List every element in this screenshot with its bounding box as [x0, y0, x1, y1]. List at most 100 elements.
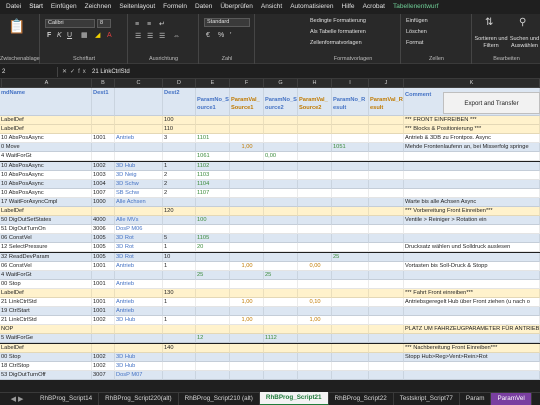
- cell-h[interactable]: [298, 334, 332, 344]
- cell-c[interactable]: 3D Rot: [115, 243, 163, 253]
- cell-g[interactable]: [264, 225, 298, 235]
- thousands-icon[interactable]: ′: [230, 31, 231, 40]
- cell-b[interactable]: [92, 343, 115, 353]
- cell-g[interactable]: [264, 234, 298, 244]
- cell-g[interactable]: [264, 243, 298, 253]
- cell-c[interactable]: 3D Hub: [115, 352, 163, 362]
- cell-f[interactable]: [230, 352, 264, 362]
- cell-b[interactable]: 1001: [92, 134, 115, 144]
- cell-c[interactable]: [115, 207, 163, 217]
- cell-k[interactable]: [404, 170, 540, 180]
- cell-f[interactable]: 1,00: [230, 261, 264, 271]
- cell-k[interactable]: [404, 334, 540, 344]
- bold-icon[interactable]: F: [47, 31, 51, 40]
- cell-c[interactable]: [115, 116, 163, 126]
- cell-j[interactable]: [369, 143, 404, 153]
- cell-a[interactable]: 4 WaitForGt: [0, 270, 92, 280]
- cell-d[interactable]: [163, 361, 196, 371]
- menu-hilfe[interactable]: Hilfe: [338, 0, 359, 14]
- cell-d[interactable]: [163, 225, 196, 235]
- cell-j[interactable]: [369, 116, 404, 126]
- cell-k[interactable]: [404, 234, 540, 244]
- cell-h[interactable]: [298, 252, 332, 262]
- column-header-h[interactable]: H: [298, 79, 332, 88]
- cell-i[interactable]: [332, 334, 369, 344]
- cell-i[interactable]: [332, 234, 369, 244]
- cell-h[interactable]: [298, 152, 332, 162]
- cell-f[interactable]: 1,00: [230, 143, 264, 153]
- export-and-transfer-button[interactable]: Export and Transfer: [443, 92, 540, 114]
- menu-zeichnen[interactable]: Zeichnen: [81, 0, 116, 14]
- cell-i[interactable]: [332, 170, 369, 180]
- cell-c[interactable]: 3D Hub: [115, 361, 163, 371]
- cell-i[interactable]: [332, 298, 369, 308]
- cell-a[interactable]: 10 AbsPosAsync: [0, 188, 92, 198]
- cell-h[interactable]: [298, 134, 332, 144]
- cell-f[interactable]: [230, 134, 264, 144]
- cell-j[interactable]: [369, 161, 404, 171]
- conditional-formatting-button[interactable]: Bedingte Formatierung: [310, 17, 366, 25]
- cell-d[interactable]: 2: [163, 170, 196, 180]
- column-header-e[interactable]: E: [196, 79, 230, 88]
- cell-f[interactable]: [230, 234, 264, 244]
- cell-f[interactable]: [230, 252, 264, 262]
- cell-h[interactable]: [298, 307, 332, 317]
- header-paramval-source1[interactable]: ParamVal_Source1: [230, 88, 264, 116]
- cell-b[interactable]: 1001: [92, 298, 115, 308]
- cell-h[interactable]: [298, 161, 332, 171]
- header-paramval-source2[interactable]: ParamVal_Source2: [298, 88, 332, 116]
- font-color-icon[interactable]: A: [107, 31, 112, 40]
- cell-b[interactable]: 1003: [92, 170, 115, 180]
- cell-e[interactable]: 20: [196, 243, 230, 253]
- cell-e[interactable]: [196, 207, 230, 217]
- cell-i[interactable]: [332, 125, 369, 135]
- cell-h[interactable]: [298, 361, 332, 371]
- cell-e[interactable]: 12: [196, 334, 230, 344]
- cell-j[interactable]: [369, 261, 404, 271]
- cell-k[interactable]: [404, 361, 540, 371]
- cell-k[interactable]: [404, 270, 540, 280]
- cell-g[interactable]: [264, 170, 298, 180]
- cell-b[interactable]: 1001: [92, 307, 115, 317]
- insert-cells-button[interactable]: Einfügen: [406, 17, 428, 25]
- cell-g[interactable]: 1112: [264, 334, 298, 344]
- cell-f[interactable]: [230, 307, 264, 317]
- cell-c[interactable]: [115, 125, 163, 135]
- cell-j[interactable]: [369, 270, 404, 280]
- column-header-i[interactable]: I: [332, 79, 369, 88]
- cell-g[interactable]: [264, 370, 298, 380]
- cell-d[interactable]: 2: [163, 188, 196, 198]
- cell-d[interactable]: [163, 143, 196, 153]
- cell-j[interactable]: [369, 134, 404, 144]
- align-center-icon[interactable]: ☰: [147, 32, 153, 41]
- tab-paramvel[interactable]: ParamVel: [491, 393, 532, 405]
- header-paramval-result[interactable]: ParamVal_Result: [369, 88, 404, 116]
- cell-styles-button[interactable]: Zellenformatvorlagen: [310, 39, 362, 47]
- cell-j[interactable]: [369, 225, 404, 235]
- cell-b[interactable]: 1000: [92, 197, 115, 207]
- cell-i[interactable]: [332, 179, 369, 189]
- cell-d[interactable]: 110: [163, 125, 196, 135]
- cell-h[interactable]: [298, 352, 332, 362]
- cell-i[interactable]: [332, 225, 369, 235]
- font-name-select[interactable]: Calibri: [45, 19, 95, 28]
- cell-b[interactable]: 4000: [92, 216, 115, 226]
- cell-c[interactable]: 3D Hub: [115, 316, 163, 326]
- cell-k[interactable]: [404, 161, 540, 171]
- cell-h[interactable]: 1,00: [298, 316, 332, 326]
- cell-d[interactable]: 100: [163, 116, 196, 126]
- cell-e[interactable]: [196, 316, 230, 326]
- cell-e[interactable]: 1104: [196, 179, 230, 189]
- cell-j[interactable]: [369, 197, 404, 207]
- cell-i[interactable]: [332, 188, 369, 198]
- cell-d[interactable]: 5: [163, 234, 196, 244]
- cell-b[interactable]: 1005: [92, 243, 115, 253]
- cell-k[interactable]: *** Blocks & Positionierung ***: [404, 125, 540, 135]
- header-dest2[interactable]: Dest2: [163, 88, 196, 116]
- cell-k[interactable]: Warte bis alle Achsen Async: [404, 197, 540, 207]
- cell-i[interactable]: [332, 325, 369, 335]
- cell-e[interactable]: [196, 252, 230, 262]
- cell-e[interactable]: 1105: [196, 234, 230, 244]
- format-cells-button[interactable]: Format: [406, 39, 423, 47]
- cell-e[interactable]: 1061: [196, 152, 230, 162]
